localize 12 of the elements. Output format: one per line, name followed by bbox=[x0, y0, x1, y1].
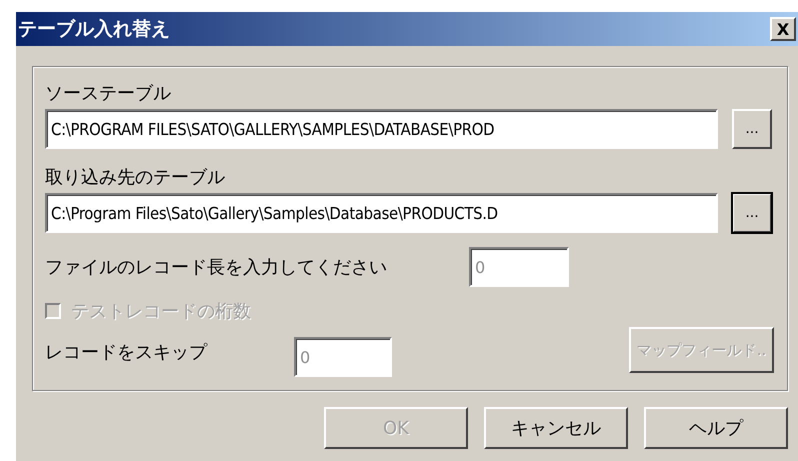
field-label: レコードをスキップ bbox=[45, 341, 208, 364]
field-label: ファイルのレコード長を入力してください bbox=[45, 256, 388, 279]
field-label: 取り込み先のテーブル bbox=[45, 166, 225, 189]
path-field[interactable]: C:\PROGRAM FILES\SATO\GALLERY\SAMPLES\DATABASE\PROD bbox=[45, 109, 718, 149]
close-button[interactable]: X bbox=[770, 17, 796, 41]
window-title: テーブル入れ替え bbox=[18, 17, 170, 42]
dialog-button[interactable]: ヘルプ bbox=[644, 407, 788, 449]
path-field[interactable]: C:\Program Files\Sato\Gallery\Samples\Database\PRODUCTS.D bbox=[45, 193, 718, 233]
dialog-button[interactable]: キャンセル bbox=[484, 407, 628, 449]
browse-button[interactable]: ... bbox=[732, 109, 772, 149]
browse-button[interactable]: ... bbox=[732, 193, 772, 233]
field-label: ソーステーブル bbox=[45, 82, 171, 105]
